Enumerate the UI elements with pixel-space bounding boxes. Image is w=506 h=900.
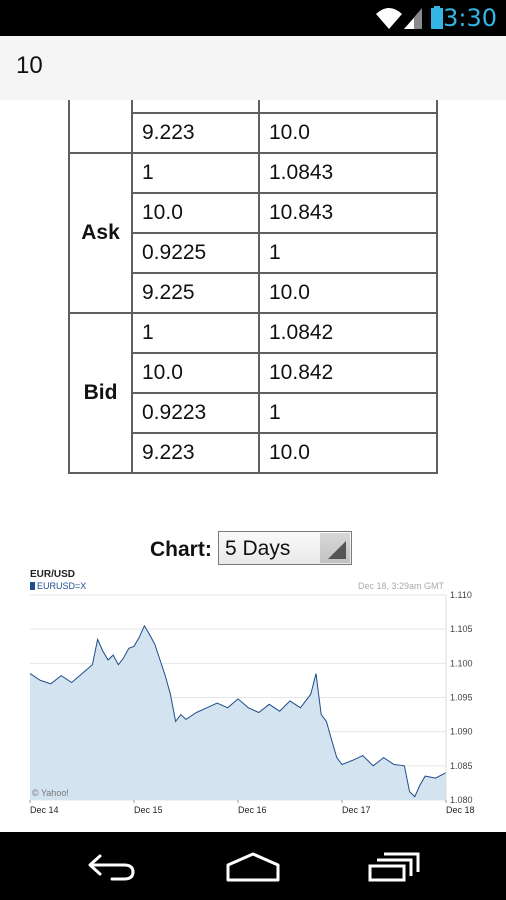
value-cell: 10.0 — [258, 272, 438, 314]
rates-table: 9.223 10.0 Ask 1 1.0843 10.0 10.843 0.92… — [68, 100, 438, 474]
legend-swatch — [30, 582, 35, 590]
value-cell: 1 — [258, 232, 438, 274]
battery-icon — [431, 6, 443, 29]
chart-range-select[interactable]: 5 Days — [218, 531, 352, 565]
y-tick-label: 1.095 — [450, 693, 473, 703]
clock: 3:30 — [443, 4, 497, 32]
value-cell: 1 — [131, 152, 260, 194]
value-cell: 9.223 — [131, 432, 260, 474]
value-cell: 10.0 — [258, 112, 438, 154]
table-row: Ask 1 1.0843 — [68, 152, 438, 314]
table-row: Bid 1 1.0842 — [68, 312, 438, 474]
group-label-bid: Bid — [68, 312, 133, 474]
value-cell: 10.0 — [131, 352, 260, 394]
chart-range-value: 5 Days — [225, 537, 291, 560]
x-tick-label: Dec 17 — [342, 805, 371, 815]
value-cell: 9.223 — [131, 112, 260, 154]
value-cell — [131, 100, 260, 114]
chart-legend: EURUSD=X — [37, 581, 86, 591]
value-cell: 1 — [131, 312, 260, 354]
cell-signal-icon — [404, 8, 422, 29]
x-tick-label: Dec 16 — [238, 805, 267, 815]
y-tick-label: 1.100 — [450, 658, 473, 668]
amount-input[interactable] — [16, 50, 486, 82]
dropdown-arrow-icon — [320, 533, 350, 563]
chart-area — [30, 625, 446, 800]
x-tick-label: Dec 18 — [446, 805, 475, 815]
chart-credit: © Yahoo! — [32, 788, 69, 798]
x-tick-label: Dec 14 — [30, 805, 59, 815]
value-cell — [258, 100, 438, 114]
y-tick-label: 1.105 — [450, 624, 473, 634]
y-tick-label: 1.110 — [450, 590, 472, 600]
value-cell: 10.0 — [131, 192, 260, 234]
group-label-ask: Ask — [68, 152, 133, 314]
value-cell: 10.842 — [258, 352, 438, 394]
value-cell: 0.9223 — [131, 392, 260, 434]
value-cell: 9.225 — [131, 272, 260, 314]
y-tick-label: 1.085 — [450, 761, 473, 771]
value-cell: 0.9225 — [131, 232, 260, 274]
x-tick-label: Dec 15 — [134, 805, 163, 815]
value-cell: 10.843 — [258, 192, 438, 234]
navigation-bar — [0, 832, 506, 900]
home-icon[interactable] — [224, 848, 282, 884]
recents-icon[interactable] — [366, 848, 422, 884]
group-cell-partial — [68, 100, 133, 154]
chart-title: EUR/USD — [30, 569, 75, 580]
chart-range-label: Chart: — [150, 538, 212, 561]
value-cell: 10.0 — [258, 432, 438, 474]
value-cell: 1.0842 — [258, 312, 438, 354]
wifi-icon — [376, 8, 402, 29]
back-icon[interactable] — [84, 848, 140, 884]
eurusd-chart: EUR/USD EURUSD=X Dec 18, 3:29am GMT © Ya… — [28, 565, 480, 823]
table-row — [68, 100, 438, 154]
chart-timestamp: Dec 18, 3:29am GMT — [358, 581, 445, 591]
content-scroll[interactable]: 9.223 10.0 Ask 1 1.0843 10.0 10.843 0.92… — [0, 100, 506, 832]
value-cell: 1.0843 — [258, 152, 438, 194]
value-cell: 1 — [258, 392, 438, 434]
amount-input-bar — [0, 36, 506, 127]
y-tick-label: 1.080 — [450, 795, 473, 805]
status-bar: 3:30 — [0, 0, 506, 36]
y-tick-label: 1.090 — [450, 727, 473, 737]
